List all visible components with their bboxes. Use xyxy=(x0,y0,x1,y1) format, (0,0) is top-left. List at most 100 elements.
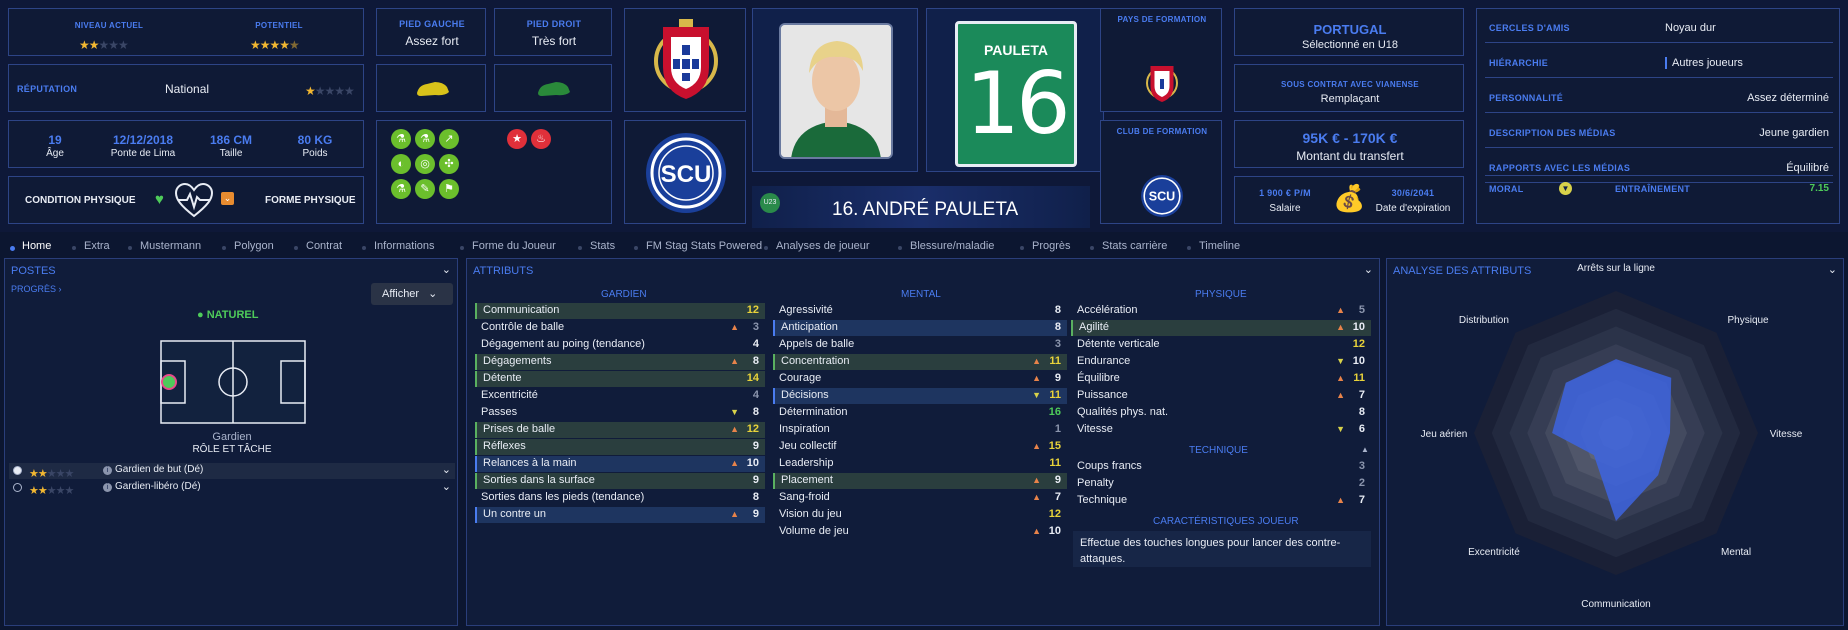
attribute-row: Sorties dans la surface 9 xyxy=(475,473,765,489)
transfer-value: 95K € - 170K € xyxy=(1302,130,1398,146)
tab-separator xyxy=(1187,246,1191,250)
info-value: Autres joueurs xyxy=(1665,57,1743,69)
salary-value: 1 900 € P/M xyxy=(1259,188,1311,198)
club-crest-icon: SCU xyxy=(646,133,726,213)
tab-forme-du-joueur[interactable]: Forme du Joueur xyxy=(472,240,556,252)
trend-up-icon: ▲ xyxy=(1336,305,1345,315)
role-name: Gardien-libéro (Dé) xyxy=(115,481,201,492)
pitch-diagram[interactable] xyxy=(159,339,307,425)
bio-label: Âge xyxy=(46,148,64,159)
current-ability-label: NIVEAU ACTUEL xyxy=(74,21,144,30)
trend-up-icon: ▲ xyxy=(1336,373,1345,383)
attribute-row: Technique 7 ▲ xyxy=(1071,493,1371,509)
drop-trait-icon[interactable]: ♨ xyxy=(531,129,551,149)
trend-up-icon: ▲ xyxy=(730,458,739,468)
collapse-icon[interactable]: ⌄ xyxy=(442,263,451,276)
tab-stats-carri-re[interactable]: Stats carrière xyxy=(1102,240,1167,252)
tab-separator xyxy=(72,246,76,250)
attribute-row: Penalty 2 xyxy=(1071,476,1371,492)
trait-icon-4[interactable]: ◐ xyxy=(391,154,411,174)
role-radio[interactable] xyxy=(13,483,22,492)
position-name: Gardien xyxy=(212,431,252,443)
chevron-down-icon: ⌄ xyxy=(428,288,438,300)
trait-icon-8[interactable]: ✎ xyxy=(415,179,435,199)
training-value: 7.15 xyxy=(1809,183,1829,194)
tab-blessure-maladie[interactable]: Blessure/maladie xyxy=(910,240,994,252)
trait-icon-7[interactable]: ⚗ xyxy=(391,179,411,199)
trend-up-icon: ▲ xyxy=(1336,390,1345,400)
tab-fm-stag-stats-powered[interactable]: FM Stag Stats Powered xyxy=(646,240,762,252)
bio-label: Ponte de Lima xyxy=(110,148,176,159)
morale-icon: ▼ xyxy=(1559,182,1572,195)
attribute-name: Qualités phys. nat. xyxy=(1077,406,1169,418)
attribute-row: Concentration 11 ▲ xyxy=(773,354,1067,370)
trait-icon-9[interactable]: ⚑ xyxy=(439,179,459,199)
info-icon[interactable]: i xyxy=(103,466,112,475)
attribute-name: Dégagement au poing (tendance) xyxy=(481,338,645,350)
tab-timeline[interactable]: Timeline xyxy=(1199,240,1240,252)
expiry-value: 30/6/2041 xyxy=(1391,188,1435,198)
show-button[interactable]: Afficher ⌄ xyxy=(371,283,453,305)
attribute-name: Vision du jeu xyxy=(779,508,842,520)
training-country-box: PAYS DE FORMATION xyxy=(1100,8,1222,112)
portugal-crest-icon xyxy=(654,19,718,99)
attribute-name: Anticipation xyxy=(781,321,838,333)
attribute-row: Vitesse 6 ▼ xyxy=(1071,422,1371,438)
traits-text: Effectue des touches longues pour lancer… xyxy=(1073,531,1371,567)
attribute-row: Leadership 11 xyxy=(773,456,1067,472)
attribute-row: Accélération 5 ▲ xyxy=(1071,303,1371,319)
technical-collapse-icon[interactable]: ▲ xyxy=(1361,445,1369,454)
trait-icon-5[interactable]: ◎ xyxy=(415,154,435,174)
role-radio[interactable] xyxy=(13,466,22,475)
tab-extra[interactable]: Extra xyxy=(84,240,110,252)
attribute-value: 12 xyxy=(1048,508,1061,520)
radar-axis-label: Arrêts sur la ligne xyxy=(1577,263,1655,274)
role-stars-filled: ★★ xyxy=(29,485,48,497)
trend-up-icon: ▲ xyxy=(730,322,739,332)
star-trait-icon[interactable]: ★ xyxy=(507,129,527,149)
tab-progr-s[interactable]: Progrès xyxy=(1032,240,1071,252)
tab-separator xyxy=(128,246,132,250)
trend-up-icon: ▲ xyxy=(1032,441,1041,451)
right-boot-icon xyxy=(538,82,570,96)
tab-separator xyxy=(362,246,366,250)
attributes-collapse-icon[interactable]: ⌄ xyxy=(1364,263,1373,276)
tab-mustermann[interactable]: Mustermann xyxy=(140,240,201,252)
attribute-row: Endurance 10 ▼ xyxy=(1071,354,1371,370)
trait-icon-1[interactable]: ⚗ xyxy=(391,129,411,149)
attribute-row: Un contre un 9 ▲ xyxy=(475,507,765,523)
tab-home[interactable]: Home xyxy=(22,240,51,252)
trait-icon-3[interactable]: ↗ xyxy=(439,129,459,149)
attribute-value: 8 xyxy=(752,406,759,418)
reputation-box: RÉPUTATION National ★★★★★ xyxy=(8,64,364,112)
info-label: CERCLES D'AMIS xyxy=(1489,23,1570,33)
chevron-down-icon[interactable]: ⌄ xyxy=(442,463,451,476)
left-foot-box: PIED GAUCHE Assez fort xyxy=(376,8,486,56)
trait-icon-2[interactable]: ⚗ xyxy=(415,129,435,149)
attribute-row: Dégagement au poing (tendance) 4 xyxy=(475,337,765,353)
chevron-down-icon[interactable]: ⌄ xyxy=(442,480,451,493)
tab-separator xyxy=(634,246,638,250)
attribute-value: 15 xyxy=(1048,440,1061,452)
tab-analyses-de-joueur[interactable]: Analyses de joueur xyxy=(776,240,870,252)
tab-polygon[interactable]: Polygon xyxy=(234,240,274,252)
info-row: PERSONNALITÉ Assez déterminé xyxy=(1485,85,1833,113)
player-photo-image xyxy=(781,25,891,157)
traits-icons-box: ⚗ ⚗ ↗ ◐ ◎ ✣ ⚗ ✎ ⚑ ★ ♨ xyxy=(376,120,612,224)
morale-label: MORAL xyxy=(1489,184,1524,194)
role-row[interactable]: ★★★★★ i Gardien de but (Dé) ⌄ xyxy=(9,463,455,480)
tab-stats[interactable]: Stats xyxy=(590,240,615,252)
tab-informations[interactable]: Informations xyxy=(374,240,435,252)
info-icon[interactable]: i xyxy=(103,483,112,492)
club-crest-box: SCU xyxy=(624,120,746,224)
attribute-name: Agilité xyxy=(1079,321,1109,333)
bio-value: 19 xyxy=(48,133,62,147)
trait-icon-6[interactable]: ✣ xyxy=(439,154,459,174)
attribute-name: Accélération xyxy=(1077,304,1138,316)
bio-value: 186 CM xyxy=(209,133,253,147)
tab-contrat[interactable]: Contrat xyxy=(306,240,342,252)
attribute-row: Prises de balle 12 ▲ xyxy=(475,422,765,438)
progress-link[interactable]: PROGRÈS › xyxy=(11,284,62,294)
role-row[interactable]: ★★★★★ i Gardien-libéro (Dé) ⌄ xyxy=(9,480,455,497)
left-boot-box xyxy=(376,64,486,112)
